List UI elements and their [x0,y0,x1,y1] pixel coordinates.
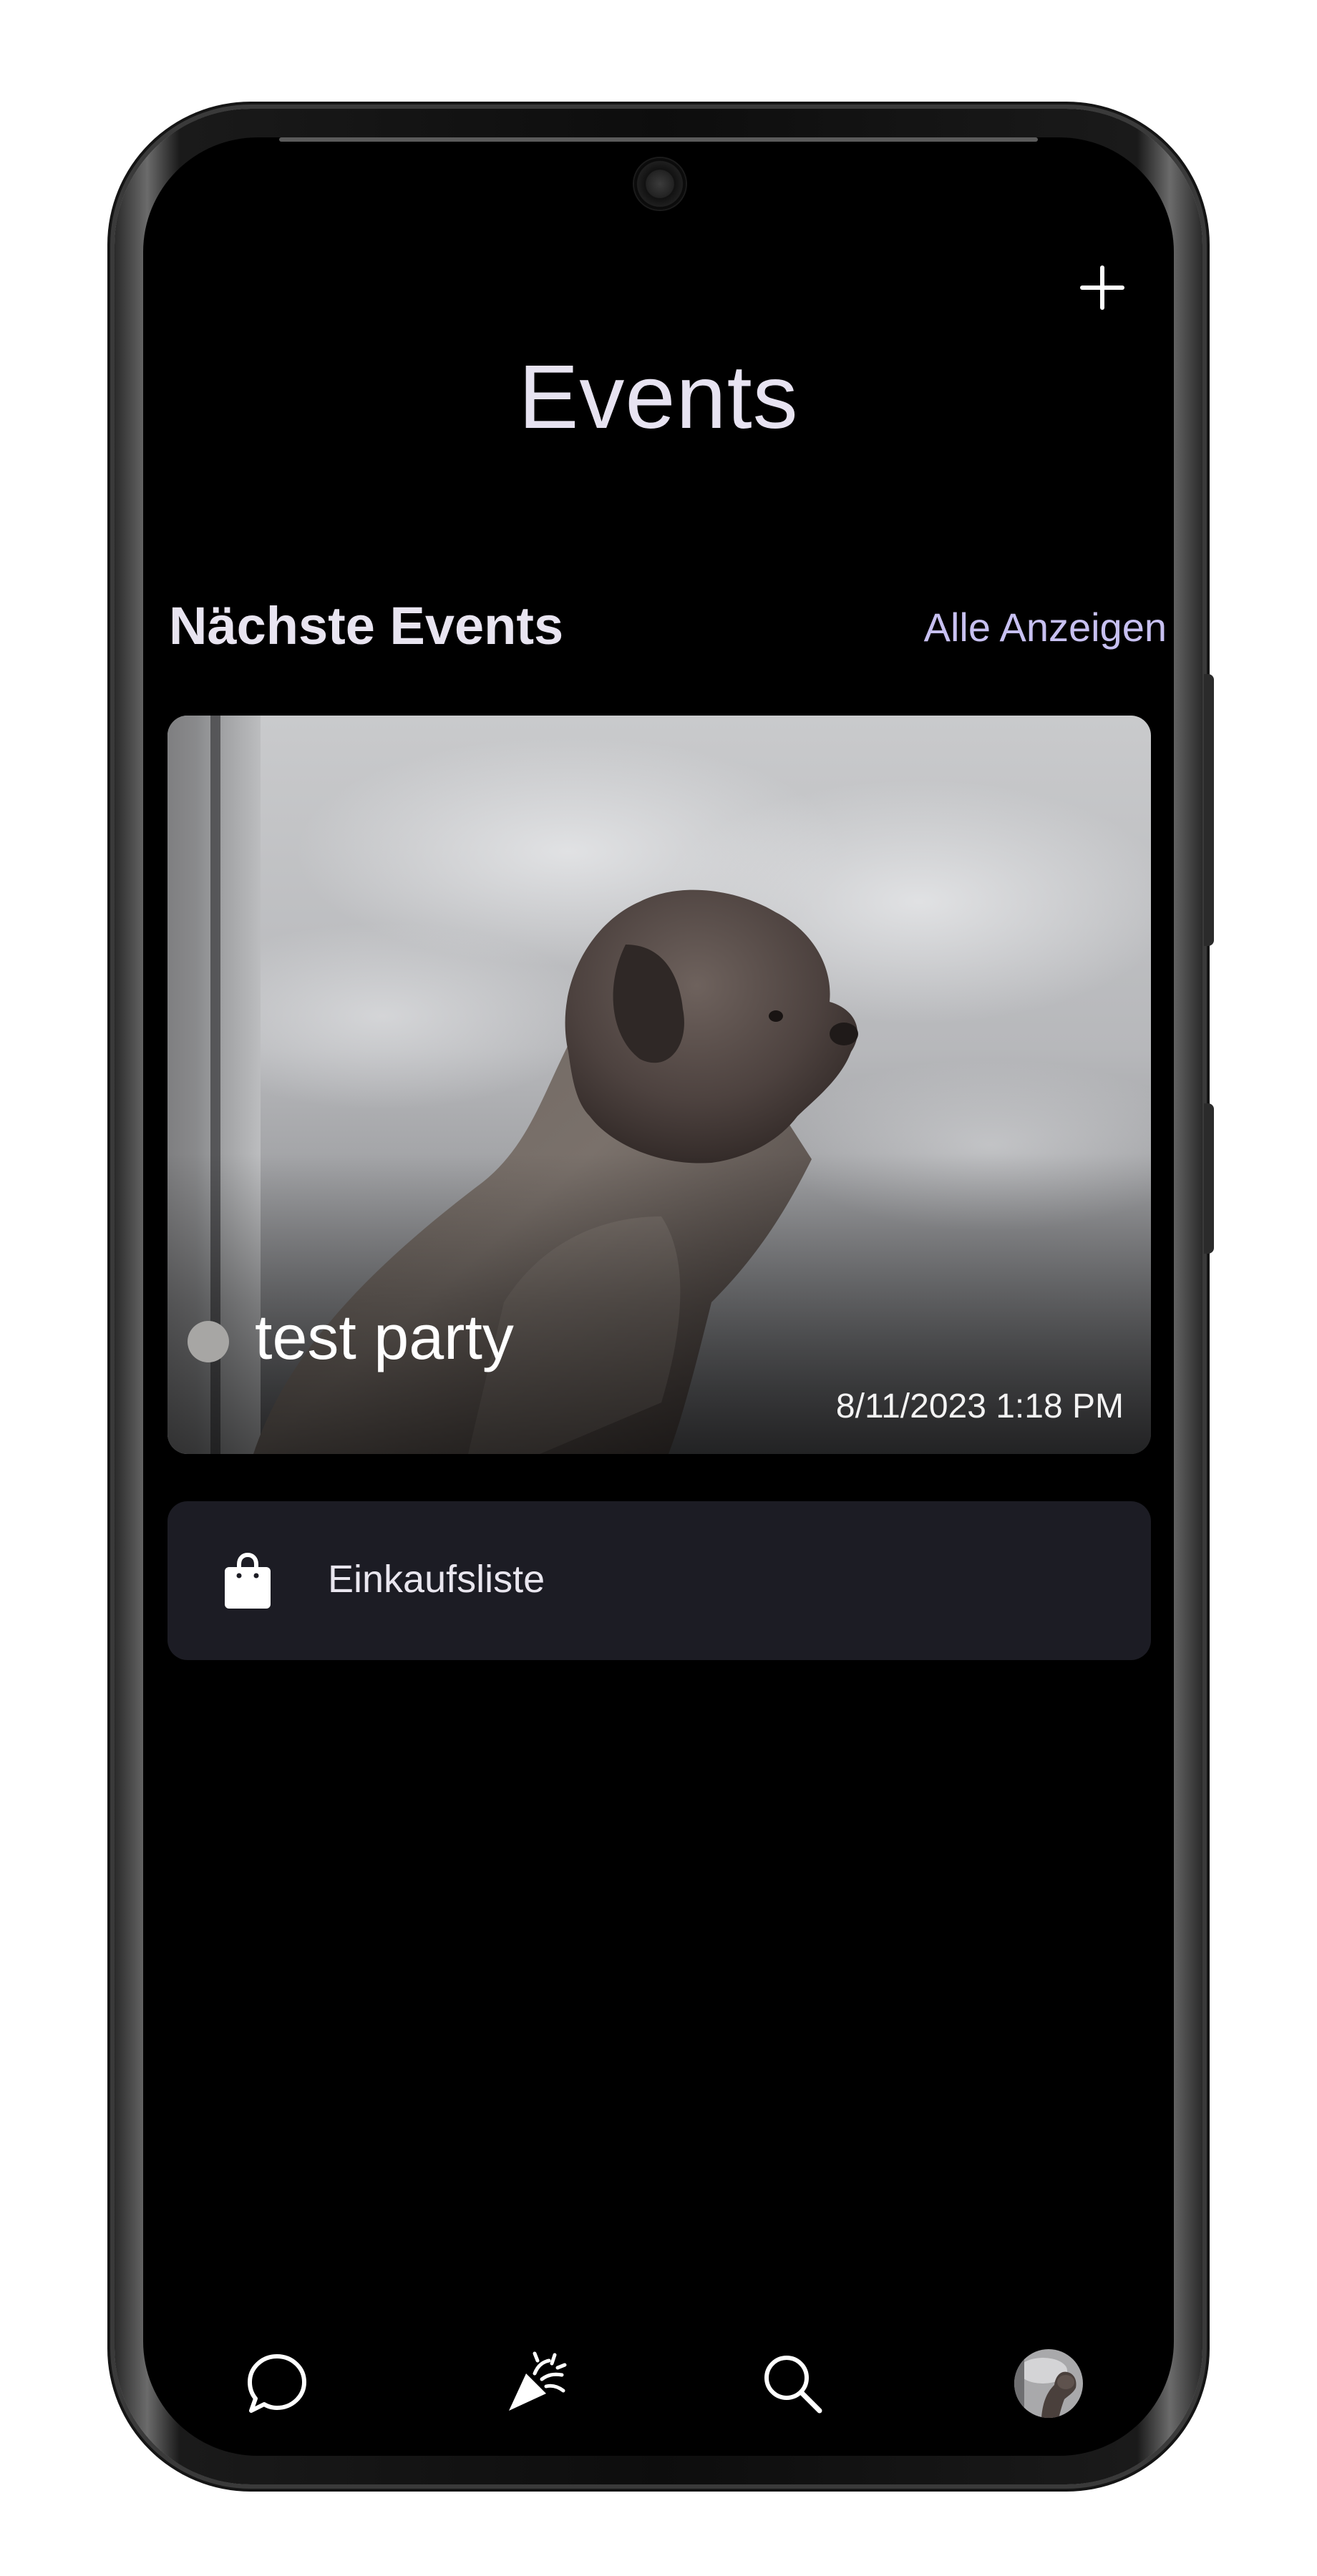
see-all-link[interactable]: Alle Anzeigen [866,604,1167,650]
shopping-bag-icon [225,1553,271,1609]
event-title: test party [255,1302,514,1372]
chat-bubble-icon [248,2354,306,2413]
app-screen: Events Nächste Events Alle Anzeigen test… [143,137,1174,2456]
section-title-upcoming: Nächste Events [169,596,564,655]
plus-icon [1080,265,1124,310]
shopping-list-button[interactable]: Einkaufsliste [167,1501,1151,1660]
event-card[interactable]: test party 8/11/2023 1:18 PM [167,716,1151,1454]
screen-edge-highlight [279,137,1038,142]
search-icon [764,2356,822,2414]
power-button [1204,674,1214,946]
party-popper-icon [509,2351,567,2411]
phone-frame: Events Nächste Events Alle Anzeigen test… [115,109,1214,2484]
shopping-list-label: Einkaufsliste [328,1558,545,1601]
nav-events[interactable] [497,2344,575,2423]
front-camera [634,158,686,210]
profile-avatar [1014,2349,1083,2418]
nav-profile[interactable] [1009,2344,1088,2423]
event-datetime: 8/11/2023 1:18 PM [835,1387,1124,1425]
nav-chat[interactable] [238,2344,316,2423]
add-event-button[interactable] [1071,256,1134,319]
page-title: Events [518,346,799,447]
event-status-dot [188,1321,229,1362]
volume-button [1204,1103,1214,1254]
nav-search[interactable] [753,2344,832,2423]
